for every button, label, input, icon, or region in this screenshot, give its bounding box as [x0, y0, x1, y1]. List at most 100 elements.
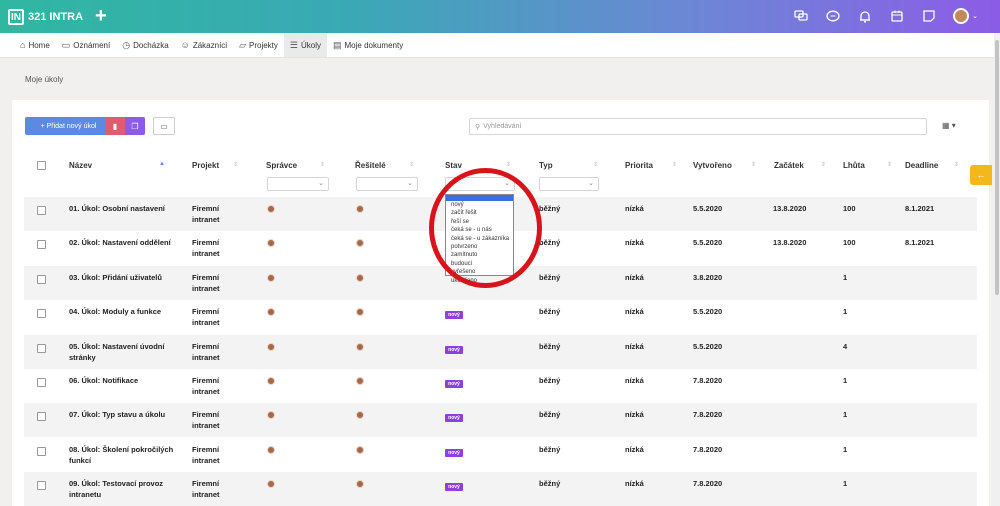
chat-icon[interactable] — [793, 8, 809, 24]
table-row[interactable]: 09. Úkol: Testovací provoz intranetu Firem… — [24, 472, 977, 506]
task-created: 5.5.2020 — [693, 307, 723, 317]
task-duration: 100 — [843, 238, 856, 248]
nav-label: Moje dokumenty — [344, 40, 404, 50]
status-badge: nový — [445, 345, 463, 354]
manager-avatar — [267, 411, 275, 420]
search-input[interactable]: ⚲ Vyhledávání — [469, 118, 927, 135]
calendar-icon[interactable] — [889, 8, 905, 24]
task-name[interactable]: 05. Úkol: Nastavení úvodní stránky — [69, 341, 179, 363]
col-header-priorita[interactable]: Priorita — [625, 161, 653, 170]
solver-avatar — [356, 273, 364, 282]
message-icon[interactable] — [825, 8, 841, 24]
nav-label: Úkoly — [300, 40, 321, 50]
sort-icon[interactable]: ⇕ — [506, 161, 511, 168]
task-project: Firemní intranet — [192, 307, 220, 328]
table-row[interactable]: 06. Úkol: Notifikace Firemní intranet nový b… — [24, 369, 977, 403]
col-header-projekt[interactable]: Projekt — [192, 161, 219, 170]
task-name[interactable]: 03. Úkol: Přidání uživatelů — [69, 272, 179, 283]
nav-item-home[interactable]: ⌂ Home — [14, 33, 56, 57]
task-priority: nízká — [625, 341, 644, 351]
task-type: běžný — [539, 444, 561, 454]
task-duration: 1 — [843, 376, 848, 385]
col-header-zacatek[interactable]: Začátek — [774, 161, 804, 170]
task-type: běžný — [539, 272, 561, 282]
col-header-nazev[interactable]: Název — [69, 161, 92, 170]
task-name[interactable]: 01. Úkol: Osobní nastavení — [69, 203, 179, 214]
grid-icon: ▦ ▾ — [942, 121, 956, 130]
sort-icon[interactable]: ⇕ — [233, 161, 238, 168]
bell-icon[interactable] — [857, 8, 873, 24]
arrow-left-icon: ← — [976, 170, 986, 180]
table-row[interactable]: 08. Úkol: Školení pokročilých funkcí Firem… — [24, 438, 977, 472]
row-checkbox[interactable] — [37, 446, 46, 456]
chevron-down-icon: ⌄ — [407, 180, 413, 187]
nav-item-oznameni[interactable]: ▭ Oznámení — [56, 33, 116, 57]
nav-item-zakaznici[interactable]: ☺ Zákazníci — [175, 33, 233, 57]
row-checkbox[interactable] — [37, 274, 46, 284]
table-row[interactable]: 05. Úkol: Nastavení úvodní stránky Firemní… — [24, 334, 977, 369]
scrollbar-thumb[interactable] — [995, 40, 999, 295]
table-row[interactable]: 07. Úkol: Typ stavu a úkolu Firemní intran… — [24, 403, 977, 438]
top-bar: IN 321 INTRA + ⌄ — [0, 0, 1000, 33]
sort-icon[interactable]: ⇕ — [320, 161, 325, 168]
sort-icon[interactable]: ⇕ — [887, 161, 892, 168]
filter-resitele[interactable]: ⌄ — [356, 177, 418, 191]
task-name[interactable]: 02. Úkol: Nastavení oddělení — [69, 237, 179, 248]
side-panel-toggle[interactable]: ← — [970, 165, 992, 185]
filter-typ[interactable]: ⌄ — [539, 177, 599, 191]
home-icon: ⌂ — [20, 40, 26, 50]
nav-item-ukoly[interactable]: ☰ Úkoly — [283, 33, 327, 57]
sort-icon[interactable]: ⇕ — [672, 161, 677, 168]
row-checkbox[interactable] — [37, 481, 46, 491]
task-type: běžný — [539, 238, 561, 248]
table-row[interactable]: 04. Úkol: Moduly a funkce Firemní intranet… — [24, 300, 977, 334]
copy-icon: ❐ — [131, 121, 139, 131]
task-name[interactable]: 08. Úkol: Školení pokročilých funkcí — [69, 444, 179, 466]
manager-avatar — [267, 480, 275, 489]
col-header-lhuta[interactable]: Lhůta — [843, 161, 865, 170]
task-type: běžný — [539, 204, 561, 213]
task-name[interactable]: 09. Úkol: Testovací provoz intranetu — [69, 478, 179, 500]
clock-icon: ◷ — [122, 39, 131, 50]
col-header-spravce[interactable]: Správce — [266, 161, 297, 170]
nav-item-dochazka[interactable]: ◷ Docházka — [116, 33, 174, 57]
app-logo[interactable]: IN 321 INTRA — [8, 9, 83, 25]
quick-add-button[interactable]: + — [95, 6, 107, 26]
sort-icon[interactable]: ⇕ — [751, 161, 756, 168]
nav-item-dokumenty[interactable]: ▤ Moje dokumenty — [327, 33, 409, 57]
col-header-typ[interactable]: Typ — [539, 161, 553, 170]
manager-avatar — [267, 205, 275, 213]
sort-icon[interactable]: ⇕ — [954, 161, 959, 168]
sort-icon[interactable]: ⇕ — [593, 161, 598, 168]
task-name[interactable]: 07. Úkol: Typ stavu a úkolu — [69, 409, 179, 420]
task-name[interactable]: 06. Úkol: Notifikace — [69, 375, 179, 386]
row-checkbox[interactable] — [37, 309, 46, 319]
row-checkbox[interactable] — [37, 240, 46, 250]
row-checkbox[interactable] — [37, 343, 46, 353]
note-icon[interactable] — [921, 8, 937, 24]
col-header-deadline[interactable]: Deadline — [905, 161, 938, 170]
add-task-button[interactable]: + Přidat nový úkol — [25, 117, 112, 135]
solver-avatar — [356, 239, 364, 248]
task-deadline: 8.1.2021 — [905, 238, 935, 248]
task-created: 7.8.2020 — [693, 410, 723, 420]
user-menu[interactable]: ⌄ — [953, 8, 978, 24]
task-project: Firemní intranet — [192, 479, 220, 500]
row-checkbox[interactable] — [37, 206, 46, 215]
filter-spravce[interactable]: ⌄ — [267, 177, 329, 191]
row-checkbox[interactable] — [37, 378, 46, 387]
archive-button[interactable]: ▭ — [153, 117, 175, 135]
copy-button[interactable]: ❐ — [125, 117, 145, 135]
sort-asc-icon[interactable]: ▲ — [159, 161, 165, 167]
select-all-checkbox[interactable] — [37, 161, 46, 170]
col-header-stav[interactable]: Stav — [445, 161, 462, 170]
col-header-resitele[interactable]: Řešitelé — [355, 161, 386, 170]
sort-icon[interactable]: ⇕ — [821, 161, 826, 168]
sort-icon[interactable]: ⇕ — [409, 161, 414, 168]
nav-item-projekty[interactable]: ▱ Projekty — [233, 33, 284, 57]
delete-button[interactable]: ▮ — [105, 117, 125, 135]
view-toggle-button[interactable]: ▦ ▾ — [942, 121, 956, 130]
task-name[interactable]: 04. Úkol: Moduly a funkce — [69, 306, 179, 317]
row-checkbox[interactable] — [37, 412, 46, 422]
col-header-vytvoreno[interactable]: Vytvořeno — [693, 161, 732, 170]
